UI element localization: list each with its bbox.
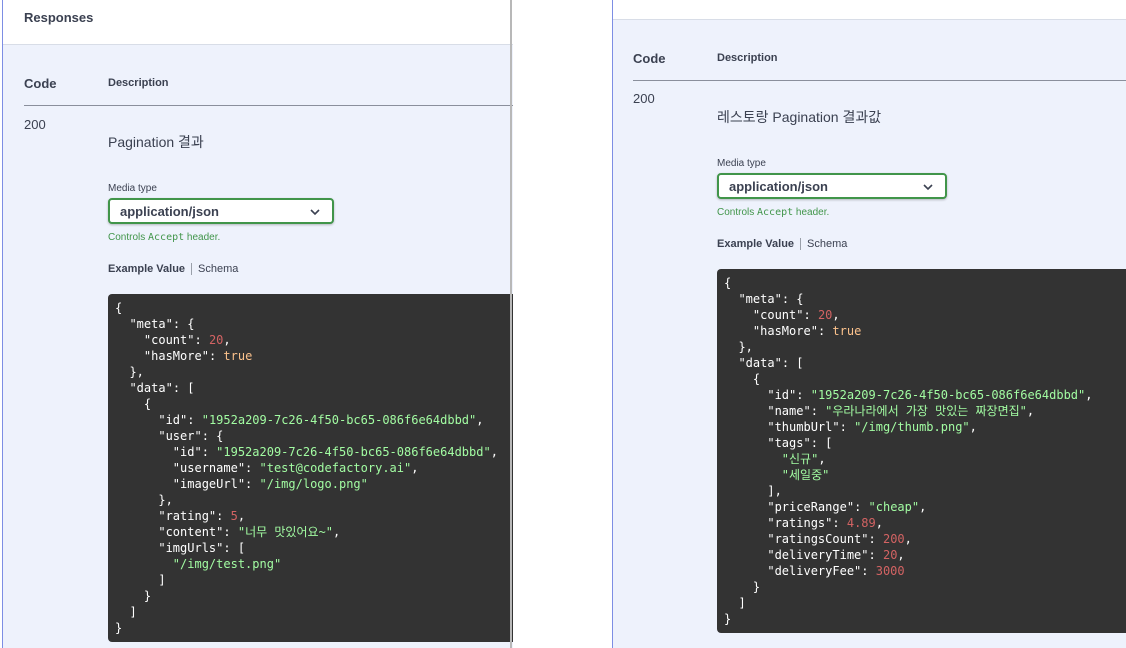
- code-line: ]: [724, 596, 746, 610]
- media-type-select[interactable]: application/json: [108, 198, 334, 224]
- code-line: "ratings": 4.89,: [767, 516, 883, 530]
- media-type-value: application/json: [729, 179, 828, 194]
- tab-example-value[interactable]: Example Value: [717, 238, 794, 250]
- code-line: "deliveryTime": 20,: [767, 548, 905, 562]
- code-line: },: [115, 365, 144, 379]
- left-responses-panel: Responses Code Description 200 Paginatio…: [2, 0, 513, 648]
- code-line: "user": {: [158, 429, 224, 443]
- controls-accept-code: Accept: [757, 207, 794, 218]
- code-line: ]: [115, 573, 166, 587]
- code-line: "id": "1952a209-7c26-4f50-bc65-086f6e64d…: [158, 413, 484, 427]
- tab-separator: [191, 263, 193, 276]
- code-line: "thumbUrl": "/img/thumb.png",: [767, 420, 977, 434]
- table-header-divider: [633, 80, 1126, 81]
- controls-suffix: header.: [793, 207, 830, 218]
- code-line: },: [724, 340, 753, 354]
- chevron-down-icon: [923, 184, 933, 191]
- tab-schema[interactable]: Schema: [198, 263, 238, 275]
- code-line: "data": [: [129, 381, 195, 395]
- code-line: {: [724, 276, 732, 290]
- code-line: "/img/test.png": [172, 557, 282, 571]
- media-type-label: Media type: [108, 183, 157, 194]
- example-schema-tabs: Example Value Schema: [717, 238, 847, 251]
- code-line: "name": "우라나라에서 가장 맛있는 짜장면집",: [767, 404, 1035, 418]
- code-line: }: [115, 621, 123, 635]
- code-line: "meta": {: [738, 292, 804, 306]
- code-column-header: Code: [24, 76, 57, 91]
- code-line: }: [115, 589, 152, 603]
- code-line: "count": 20,: [143, 333, 231, 347]
- response-description: Pagination 결과: [108, 134, 204, 150]
- code-line: }: [724, 580, 761, 594]
- code-line: "data": [: [738, 356, 804, 370]
- code-line: "priceRange": "cheap",: [767, 500, 927, 514]
- code-line: "imageUrl": "/img/logo.png": [172, 477, 368, 491]
- status-code-200: 200: [24, 117, 46, 132]
- code-line: "id": "1952a209-7c26-4f50-bc65-086f6e64d…: [172, 445, 498, 459]
- controls-accept-code: Accept: [148, 232, 185, 243]
- responses-header-strip: [613, 0, 1126, 20]
- response-description: 레스토랑 Pagination 결과값: [717, 109, 882, 125]
- tab-separator: [800, 238, 802, 251]
- chevron-down-icon: [310, 209, 320, 216]
- code-line: "id": "1952a209-7c26-4f50-bc65-086f6e64d…: [767, 388, 1093, 402]
- code-line: {: [115, 301, 123, 315]
- example-value-code-block[interactable]: { "meta": { "count": 20, "hasMore": true…: [717, 269, 1126, 633]
- status-code-200: 200: [633, 91, 655, 106]
- code-line: "ratingsCount": 200,: [767, 532, 912, 546]
- responses-header[interactable]: Responses: [3, 0, 513, 45]
- code-line: {: [724, 372, 761, 386]
- code-line: {: [115, 397, 152, 411]
- code-line: "username": "test@codefactory.ai",: [172, 461, 419, 475]
- example-schema-tabs: Example Value Schema: [108, 263, 238, 276]
- controls-accept-note: Controls Accept header.: [108, 232, 220, 243]
- code-line: },: [115, 493, 173, 507]
- controls-prefix: Controls: [108, 232, 149, 243]
- code-line: "imgUrls": [: [158, 541, 246, 555]
- code-line: "hasMore": true: [752, 324, 862, 338]
- code-line: "rating": 5,: [158, 509, 246, 523]
- media-type-select[interactable]: application/json: [717, 173, 947, 199]
- code-line: ]: [115, 605, 137, 619]
- code-line: "content": "너무 맛있어요~",: [158, 525, 341, 539]
- example-value-code-block[interactable]: { "meta": { "count": 20, "hasMore": true…: [108, 294, 513, 642]
- description-column-header: Description: [108, 77, 169, 89]
- media-type-label: Media type: [717, 158, 766, 169]
- code-line: "hasMore": true: [143, 349, 253, 363]
- controls-suffix: header.: [184, 232, 221, 243]
- code-line: "tags": [: [767, 436, 833, 450]
- media-type-value: application/json: [120, 204, 219, 219]
- controls-prefix: Controls: [717, 207, 758, 218]
- code-line: "count": 20,: [752, 308, 840, 322]
- code-line: }: [724, 612, 732, 626]
- code-line: "세일중": [781, 468, 830, 482]
- table-header-divider: [24, 105, 513, 106]
- code-line: ],: [724, 484, 782, 498]
- description-column-header: Description: [717, 52, 778, 64]
- right-responses-panel: Code Description 200 레스토랑 Pagination 결과값…: [612, 0, 1126, 648]
- controls-accept-note: Controls Accept header.: [717, 207, 829, 218]
- code-line: "신규",: [781, 452, 826, 466]
- code-column-header: Code: [633, 51, 666, 66]
- tab-schema[interactable]: Schema: [807, 238, 847, 250]
- code-line: "meta": {: [129, 317, 195, 331]
- tab-example-value[interactable]: Example Value: [108, 263, 185, 275]
- window-divider: [510, 0, 512, 648]
- code-line: "deliveryFee": 3000: [767, 564, 905, 578]
- responses-title: Responses: [24, 10, 94, 25]
